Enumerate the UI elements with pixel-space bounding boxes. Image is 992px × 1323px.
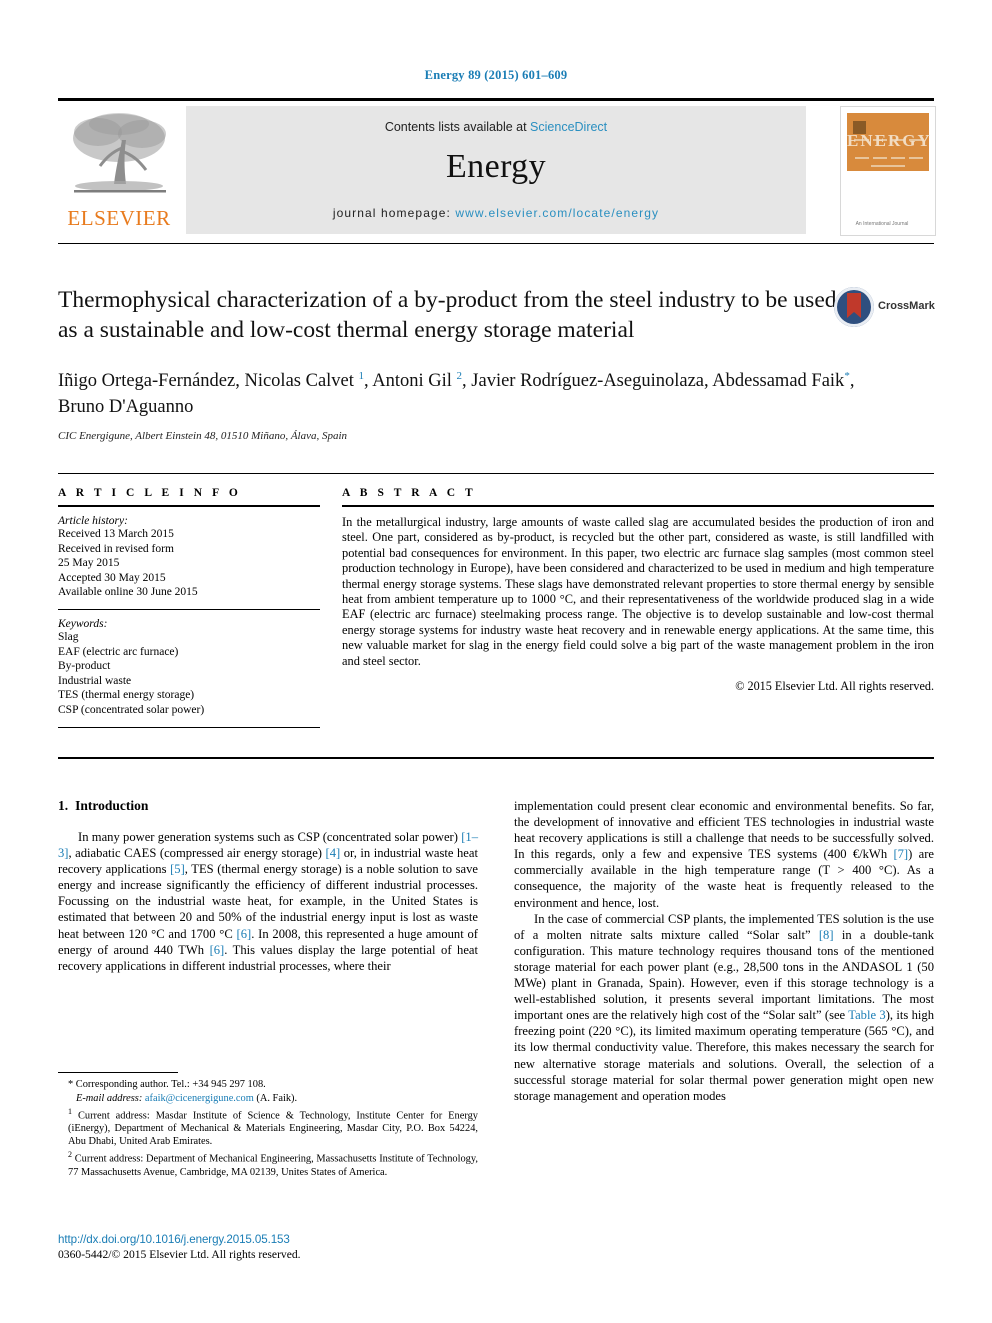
cover-orange-banner: ENERGY <box>847 113 932 171</box>
footnotes-block: * Corresponding author. Tel.: +34 945 29… <box>58 1072 478 1180</box>
footnote-email-line: E-mail address: afaik@cicenergigune.com … <box>58 1093 478 1106</box>
sciencedirect-link[interactable]: ScienceDirect <box>530 120 607 134</box>
title-block: Thermophysical characterization of a by-… <box>58 285 935 443</box>
citation-8[interactable]: [8] <box>819 928 834 942</box>
article-info-rule <box>58 505 320 507</box>
elsevier-tree-icon <box>64 108 176 204</box>
email-address-label: E-mail address: <box>76 1092 143 1104</box>
contents-available-line: Contents lists available at ScienceDirec… <box>186 120 806 134</box>
footnote-rule <box>58 1072 178 1073</box>
masthead-bottom-rule <box>58 243 934 244</box>
body-column-left: 1. Introduction In many power generation … <box>58 798 478 974</box>
footnote-1: 1 Current address: Masdar Institute of S… <box>58 1106 478 1148</box>
citation-4[interactable]: [4] <box>326 846 341 860</box>
intro-text-b: , adiabatic CAES (compressed air energy … <box>68 846 326 861</box>
article-info-column: A R T I C L E I N F O Article history: R… <box>58 487 320 736</box>
article-history-label: Article history: <box>58 515 128 527</box>
keywords-top-rule <box>58 608 320 610</box>
journal-band: Contents lists available at ScienceDirec… <box>186 106 806 234</box>
email-link[interactable]: afaik@cicenergigune.com <box>145 1093 254 1104</box>
panel-top-rule <box>58 473 934 474</box>
running-head: Energy 89 (2015) 601–609 <box>424 68 568 82</box>
author-names-part2: , Antoni Gil <box>364 371 457 392</box>
body-column-right: implementation could present clear econo… <box>514 798 934 1104</box>
journal-article-page: Energy 89 (2015) 601–609 ELSEVIER Conten… <box>0 0 992 1323</box>
cover-texture-line <box>871 165 905 167</box>
keyword-item: Industrial waste <box>58 674 132 687</box>
article-info-heading: A R T I C L E I N F O <box>58 487 242 499</box>
history-received: Received 13 March 2015 <box>58 528 174 540</box>
footnote-2: 2 Current address: Department of Mechani… <box>58 1149 478 1179</box>
homepage-prefix: journal homepage: <box>332 206 456 220</box>
keyword-item: Slag <box>58 630 79 643</box>
footnote-corresponding-author: * Corresponding author. Tel.: +34 945 29… <box>58 1079 478 1092</box>
author-list: Iñigo Ortega-Fernández, Nicolas Calvet 1… <box>58 363 888 420</box>
intro-right-text-a: implementation could present clear econo… <box>514 799 934 862</box>
journal-homepage-line: journal homepage: www.elsevier.com/locat… <box>186 206 806 220</box>
keyword-item: By-product <box>58 660 111 673</box>
keywords-bottom-rule <box>58 726 320 728</box>
author-names-part4: Abdessamad Faik <box>712 371 845 392</box>
crossmark-ribbon-icon <box>847 293 861 318</box>
cover-footer-text: An International Journal <box>855 221 909 227</box>
citation-6b[interactable]: [6] <box>210 943 225 957</box>
page-title: Thermophysical characterization of a by-… <box>58 287 837 343</box>
intro-paragraph-2: In the case of commercial CSP plants, th… <box>514 911 934 1104</box>
history-revised-date: 25 May 2015 <box>58 557 120 570</box>
journal-title: Energy <box>446 148 546 185</box>
affiliation: CIC Energigune, Albert Einstein 48, 0151… <box>58 430 348 443</box>
cover-texture-line <box>909 157 923 159</box>
elsevier-wordmark: ELSEVIER <box>67 206 171 230</box>
history-online: Available online 30 June 2015 <box>58 586 198 599</box>
keyword-item: TES (thermal energy storage) <box>58 689 195 702</box>
masthead-top-rule <box>58 98 934 101</box>
abstract-heading: A B S T R A C T <box>342 487 477 499</box>
crossmark-badge[interactable]: CrossMark <box>834 287 935 331</box>
history-revised: Received in revised form <box>58 542 174 555</box>
citation-6[interactable]: [6] <box>237 927 252 941</box>
author-names-part3: , Javier Rodríguez-Aseguinolaza, <box>462 371 709 392</box>
crossmark-circle-icon <box>834 287 874 327</box>
author-names-part1: Iñigo Ortega-Fernández, Nicolas Calvet <box>58 371 359 392</box>
abstract-copyright: © 2015 Elsevier Ltd. All rights reserved… <box>735 679 934 694</box>
cover-texture-line <box>891 157 905 159</box>
contents-prefix: Contents lists available at <box>384 120 531 134</box>
citation-7[interactable]: [7] <box>893 847 908 861</box>
history-accepted: Accepted 30 May 2015 <box>58 571 166 584</box>
cover-texture-line <box>855 157 869 159</box>
intro-paragraph-1-cont: implementation could present clear econo… <box>514 798 934 911</box>
footnote-1-text: Current address: Masdar Institute of Sci… <box>68 1110 478 1147</box>
keyword-item: CSP (concentrated solar power) <box>58 703 205 716</box>
elsevier-logo: ELSEVIER <box>58 106 180 234</box>
intro-text-a: In many power generation systems such as… <box>78 830 462 844</box>
journal-cover-thumbnail: ENERGY An International Journal <box>840 106 936 236</box>
intro-paragraph-1: In many power generation systems such as… <box>58 829 478 974</box>
abstract-rule <box>342 505 934 507</box>
section-heading-introduction: 1. Introduction <box>58 798 478 814</box>
journal-masthead: ELSEVIER Contents lists available at Sci… <box>58 98 936 244</box>
section-title-text: Introduction <box>75 798 149 813</box>
panel-bottom-rule <box>58 757 934 759</box>
keyword-item: EAF (electric arc furnace) <box>58 645 179 658</box>
table-3-link[interactable]: Table 3 <box>848 1008 885 1022</box>
citation-5[interactable]: [5] <box>170 862 185 876</box>
footnote-2-text: Current address: Department of Mechanica… <box>68 1153 478 1178</box>
section-number: 1. <box>58 798 69 813</box>
intro-right-text-e: ), its high freezing point (220 °C), its… <box>514 1008 935 1103</box>
doi-block: http://dx.doi.org/10.1016/j.energy.2015.… <box>58 1233 488 1261</box>
abstract-text: In the metallurgical industry, large amo… <box>342 515 934 668</box>
crossmark-label: CrossMark <box>878 300 935 312</box>
homepage-url-link[interactable]: www.elsevier.com/locate/energy <box>455 206 659 220</box>
abstract-column: A B S T R A C T In the metallurgical ind… <box>342 487 934 694</box>
cover-texture-line <box>873 157 887 159</box>
issn-copyright: 0360-5442/© 2015 Elsevier Ltd. All right… <box>58 1248 301 1261</box>
doi-link[interactable]: http://dx.doi.org/10.1016/j.energy.2015.… <box>58 1233 488 1246</box>
email-suffix: (A. Faik). <box>253 1092 298 1104</box>
keywords-label: Keywords: <box>58 617 108 630</box>
footnote-star-text: Corresponding author. Tel.: +34 945 297 … <box>73 1079 266 1090</box>
cover-energy-wordmark: ENERGY <box>847 131 932 150</box>
